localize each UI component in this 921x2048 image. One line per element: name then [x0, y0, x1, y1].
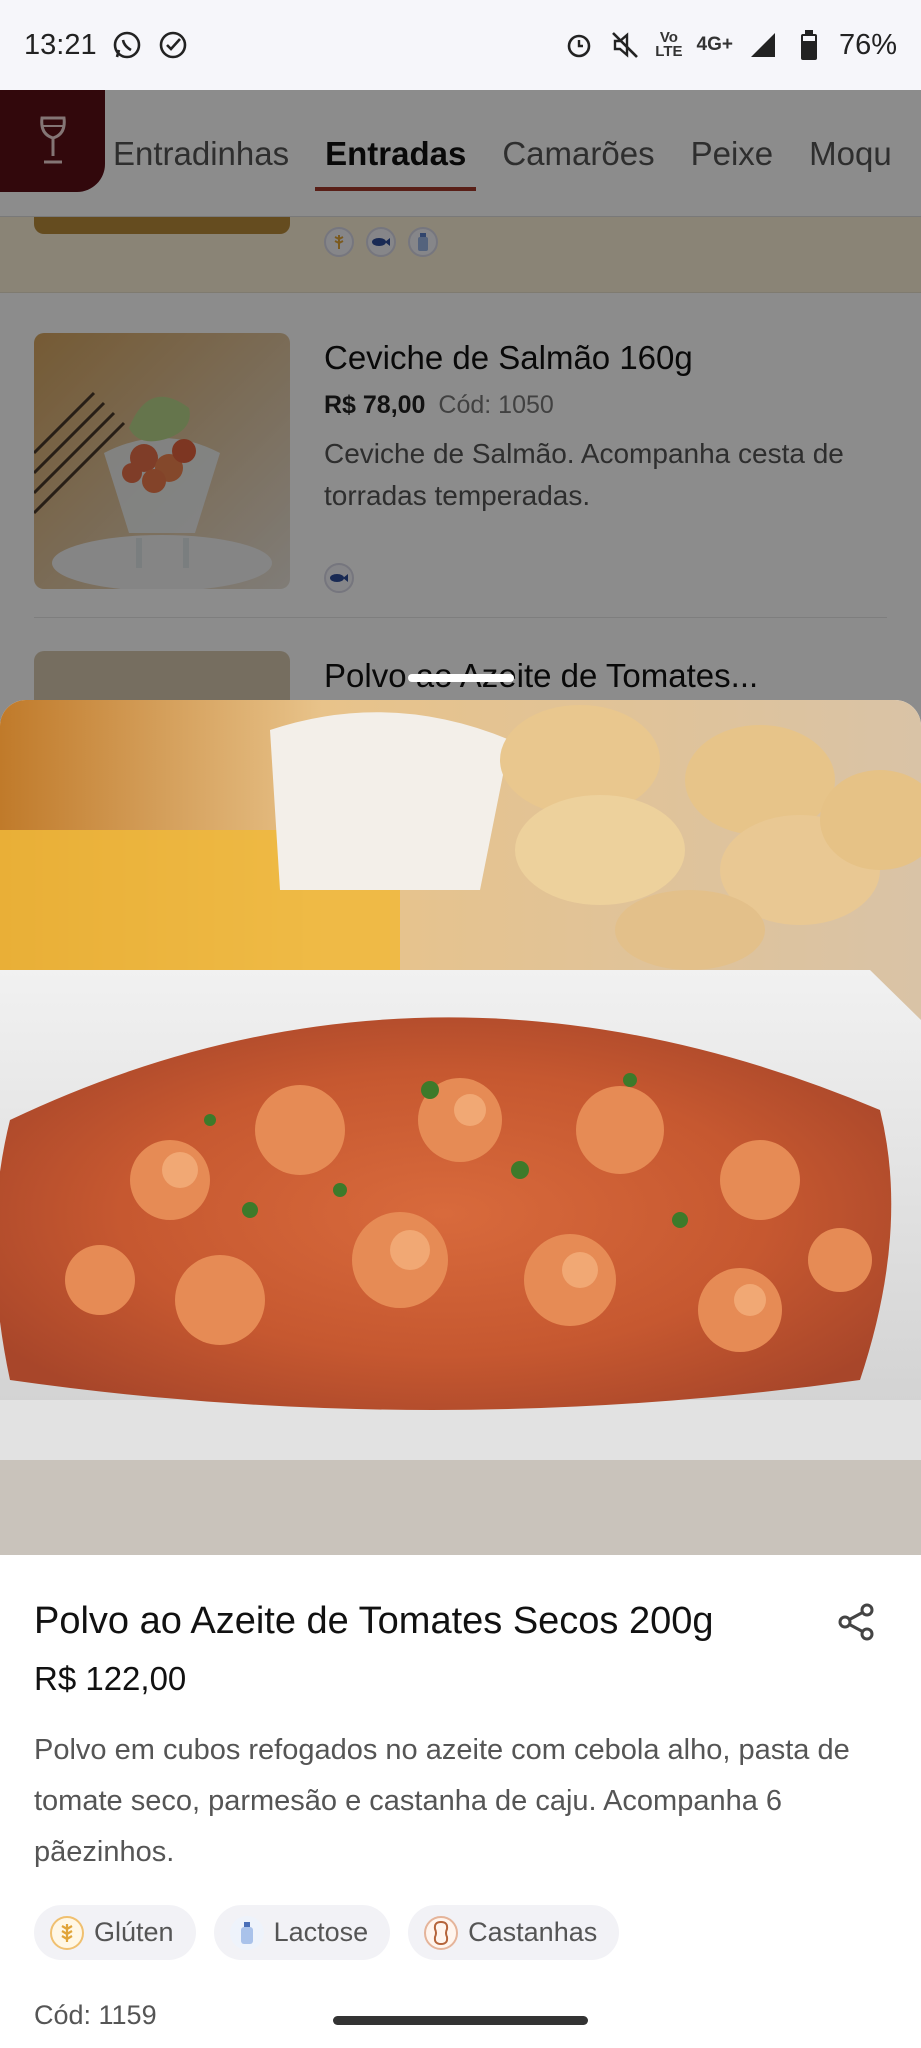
- product-title: Polvo ao Azeite de Tomates Secos 200g: [34, 1600, 714, 1642]
- milk-bottle-icon: [229, 1915, 264, 1950]
- status-time: 13:21: [24, 28, 97, 61]
- battery-level: 76%: [838, 28, 897, 61]
- allergen-chip-castanhas: Castanhas: [408, 1905, 620, 1960]
- battery-icon: [793, 29, 825, 61]
- network-type: 4G+: [696, 34, 733, 55]
- allergen-chip-label: Lactose: [273, 1917, 369, 1947]
- product-photo: [0, 700, 921, 1555]
- allergen-chips: Glúten Lactose Castanhas: [34, 1905, 620, 1960]
- mute-icon: [609, 29, 641, 61]
- home-indicator[interactable]: [333, 2016, 588, 2025]
- allergen-chip-gluten: Glúten: [34, 1905, 196, 1960]
- product-detail-sheet: Polvo ao Azeite de Tomates Secos 200g R$…: [0, 700, 921, 2048]
- whatsapp-icon: [111, 29, 143, 61]
- product-description: Polvo em cubos refogados no azeite com c…: [34, 1734, 850, 1868]
- status-bar: 13:21 Vo LTE 4G+ 76%: [0, 0, 921, 90]
- share-button[interactable]: [831, 1597, 881, 1647]
- status-right: Vo LTE 4G+ 76%: [563, 29, 897, 62]
- allergen-chip-lactose: Lactose: [213, 1905, 391, 1960]
- allergen-chip-label: Glúten: [94, 1917, 174, 1947]
- allergen-chip-label: Castanhas: [468, 1917, 598, 1947]
- signal-icon: [747, 29, 779, 61]
- check-circle-icon: [157, 29, 189, 61]
- share-icon: [838, 1603, 874, 1641]
- sheet-drag-handle[interactable]: [408, 674, 514, 682]
- peanut-icon: [424, 1915, 459, 1950]
- alarm-icon: [563, 29, 595, 61]
- product-code: Cód: 1159: [34, 2000, 157, 2030]
- product-price: R$ 122,00: [34, 1660, 187, 1697]
- volte-indicator: Vo LTE: [655, 30, 683, 60]
- wheat-icon: [50, 1915, 84, 1950]
- volte-bottom: LTE: [655, 43, 683, 60]
- status-left: 13:21: [24, 29, 189, 62]
